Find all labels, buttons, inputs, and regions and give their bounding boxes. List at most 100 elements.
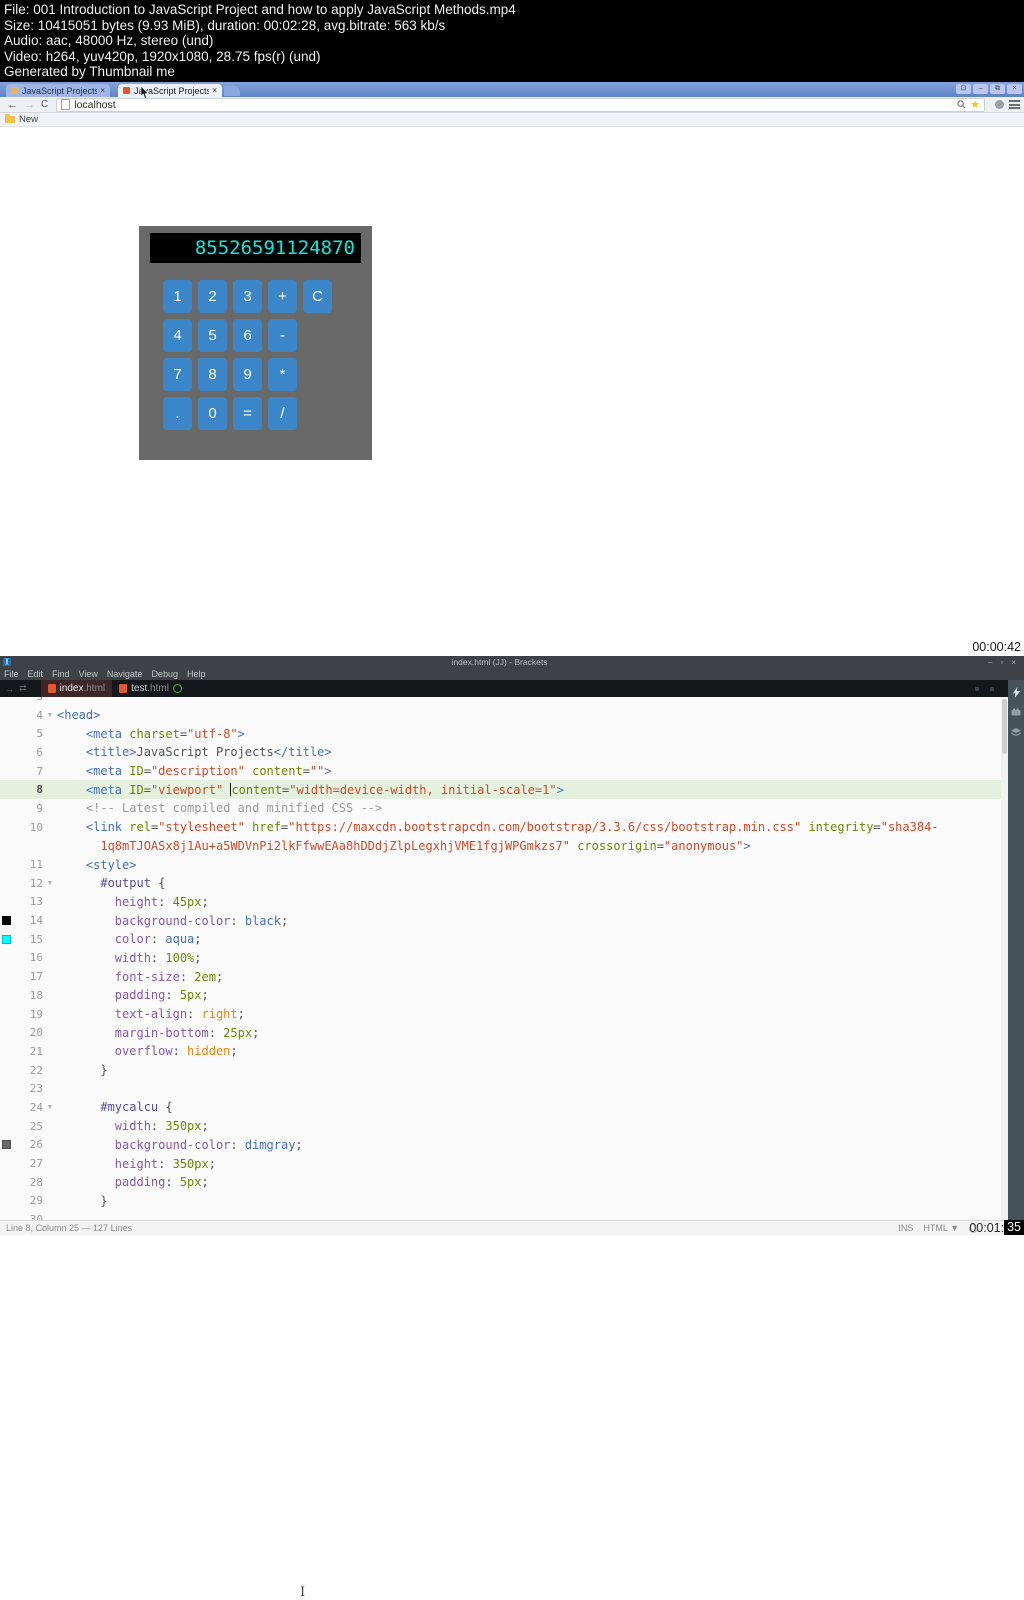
code-line[interactable]: 19 text-align: right; (0, 1005, 1001, 1024)
calc-button-5[interactable]: 5 (198, 319, 227, 352)
calc-button-6[interactable]: 6 (233, 319, 262, 352)
color-swatch[interactable] (2, 1140, 11, 1150)
layers-extension-icon[interactable] (1008, 724, 1024, 740)
calc-button-9[interactable]: 9 (233, 358, 262, 391)
file-tab-index[interactable]: index.html (40, 680, 113, 697)
menu-item-debug[interactable]: Debug (151, 669, 178, 679)
browser-tab[interactable]: JavaScript Projects × (118, 84, 222, 97)
code-line[interactable]: 1q8mTJOASx8j1Au+a5WDVnPi2lkFfwwEAa8hDDdj… (0, 837, 1001, 856)
code-line[interactable]: 8 <meta ID="viewport" content="width=dev… (0, 780, 1001, 800)
calc-button--[interactable]: - (268, 319, 297, 352)
scrollbar-thumb[interactable] (1002, 699, 1007, 754)
bookmark-folder-new[interactable]: New (19, 114, 38, 125)
window-control-icon[interactable]: ⊡ (956, 84, 971, 94)
address-bar[interactable]: localhost ★ (56, 96, 985, 114)
calc-button-+[interactable]: + (268, 280, 297, 313)
code-line[interactable]: 14 background-color: black; (0, 911, 1001, 930)
zoom-search-icon[interactable] (957, 96, 966, 114)
calc-button-/[interactable]: / (268, 397, 297, 430)
calc-button-8[interactable]: 8 (198, 358, 227, 391)
code-line[interactable]: 27 height: 350px; (0, 1154, 1001, 1173)
file-tab-test[interactable]: test.html (112, 680, 189, 697)
code-line[interactable]: 15 color: aqua; (0, 930, 1001, 949)
menu-item-find[interactable]: Find (52, 669, 70, 679)
code-line[interactable]: 25 width: 350px; (0, 1117, 1001, 1136)
code-line[interactable]: 21 overflow: hidden; (0, 1042, 1001, 1061)
minimize-icon[interactable]: – (988, 658, 992, 667)
extension-icon[interactable] (995, 100, 1004, 109)
window-control-icon[interactable]: – (973, 84, 988, 94)
back-button[interactable]: ← (7, 98, 18, 112)
menu-item-edit[interactable]: Edit (28, 669, 44, 679)
extension-manager-icon[interactable] (1008, 704, 1024, 720)
menu-item-file[interactable]: File (4, 669, 19, 679)
color-swatch[interactable] (2, 916, 11, 926)
code-line[interactable]: 30 (0, 1210, 1001, 1220)
menu-item-navigate[interactable]: Navigate (107, 669, 143, 679)
new-tab-button[interactable] (224, 86, 240, 96)
code-line[interactable]: 13 height: 45px; (0, 893, 1001, 912)
tab-close-icon[interactable]: × (100, 86, 105, 95)
insert-mode-indicator[interactable]: INS (898, 1223, 913, 1233)
fold-arrow-icon[interactable]: ▼ (43, 1104, 57, 1111)
code-line[interactable]: 6 <title>JavaScript Projects</title> (0, 743, 1001, 762)
calc-button-4[interactable]: 4 (163, 319, 192, 352)
browser-menu-icon[interactable] (1009, 100, 1020, 109)
code-token: padding (114, 988, 166, 1003)
editor-scrollbar[interactable] (1001, 697, 1008, 1220)
split-view-icon[interactable]: ⇄ (19, 683, 27, 694)
browser-tab[interactable]: JavaScript Projects × (6, 84, 110, 97)
code-line[interactable]: 9 <!-- Latest compiled and minified CSS … (0, 799, 1001, 818)
menu-item-view[interactable]: View (79, 669, 98, 679)
code-line[interactable]: 12 ▼ #output { (0, 874, 1001, 893)
code-line[interactable]: 29 } (0, 1192, 1001, 1211)
code-line[interactable]: 22 } (0, 1061, 1001, 1080)
code-line[interactable]: 5 <meta charset="utf-8"> (0, 724, 1001, 743)
code-line[interactable]: 10 <link rel="stylesheet" href="https://… (0, 818, 1001, 837)
fold-arrow-icon[interactable]: ▼ (43, 880, 57, 887)
window-control-icon[interactable]: ⧉ (990, 84, 1005, 94)
url-text[interactable]: localhost (74, 99, 957, 111)
code-line[interactable]: 28 padding: 5px; (0, 1173, 1001, 1192)
code-line[interactable]: 23 (0, 1079, 1001, 1098)
tab-close-icon[interactable]: × (212, 86, 217, 95)
code-line[interactable]: 26 background-color: dimgray; (0, 1136, 1001, 1155)
code-line[interactable]: 3 (0, 697, 1001, 706)
code-line[interactable]: 7 <meta ID="description" content=""> (0, 762, 1001, 781)
calc-button-7[interactable]: 7 (163, 358, 192, 391)
language-mode-select[interactable]: HTML ▼ (923, 1223, 959, 1233)
calc-button-2[interactable]: 2 (198, 280, 227, 313)
calc-button-C[interactable]: C (303, 280, 332, 313)
menu-item-help[interactable]: Help (187, 669, 206, 679)
code-editor[interactable]: 34▼<head>5 <meta charset="utf-8">6 <titl… (0, 697, 1024, 1220)
fold-arrow-icon[interactable]: ▼ (43, 712, 57, 719)
reload-button[interactable]: C (41, 98, 48, 112)
calc-button-0[interactable]: 0 (198, 397, 227, 430)
code-token: "width=device-width, initial-scale=1" (289, 782, 557, 797)
history-back-icon[interactable]: → (5, 684, 14, 694)
calc-button-3[interactable]: 3 (233, 280, 262, 313)
calc-button-1[interactable]: 1 (163, 280, 192, 313)
code-line[interactable]: 18 padding: 5px; (0, 986, 1001, 1005)
line-number: 8 (36, 783, 43, 797)
code-line[interactable]: 20 margin-bottom: 25px; (0, 1023, 1001, 1042)
calc-button-*[interactable]: * (268, 358, 297, 391)
code-line[interactable]: 16 width: 100%; (0, 949, 1001, 968)
code-line[interactable]: 4 ▼ <head> (0, 706, 1001, 725)
code-token: ; (194, 932, 202, 947)
live-preview-lightning-icon[interactable] (1008, 684, 1024, 700)
line-number: 27 (29, 1157, 43, 1171)
bookmark-star-icon[interactable]: ★ (970, 99, 980, 110)
color-swatch[interactable] (2, 934, 11, 944)
window-control-icon[interactable]: × (1007, 84, 1022, 94)
code-line[interactable]: 17 font-size: 2em; (0, 967, 1001, 986)
close-icon[interactable]: × (1011, 658, 1016, 667)
code-line[interactable]: 24 ▼ #mycalcu { (0, 1098, 1001, 1117)
forward-button[interactable]: → (24, 98, 35, 112)
calc-button-=[interactable]: = (233, 397, 262, 430)
code-line[interactable]: 11 <style> (0, 855, 1001, 874)
line-number: 24 (29, 1100, 43, 1114)
maximize-icon[interactable]: ▫ (1000, 658, 1003, 667)
calc-button-.[interactable]: . (163, 397, 192, 430)
